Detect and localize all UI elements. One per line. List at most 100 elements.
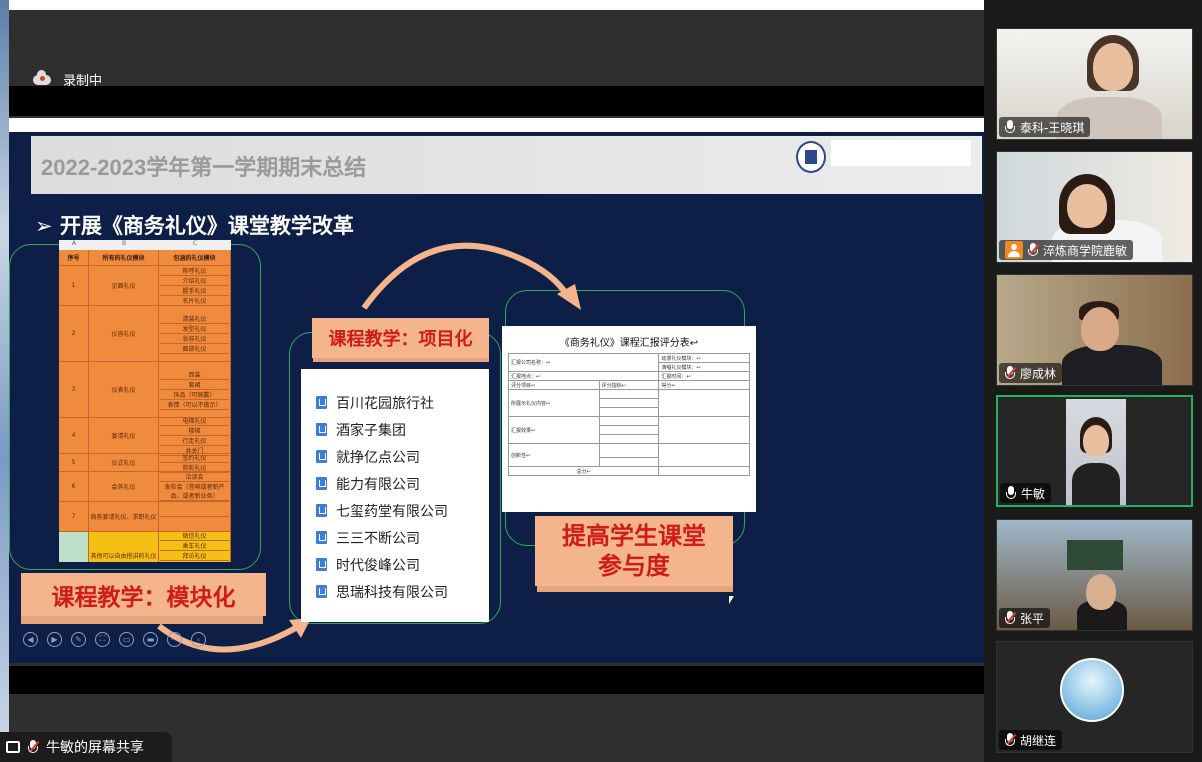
- participant-tile[interactable]: 淬炼商学院鹿敏: [996, 151, 1193, 263]
- col-letter-a: A: [71, 240, 77, 247]
- share-owner-text: 牛敏的屏幕共享: [46, 740, 144, 756]
- form-cell: 汇报时间：↩: [658, 371, 750, 381]
- row-number-cell: [59, 532, 89, 562]
- form-cell: 创新性↩: [508, 443, 600, 467]
- item-text: 面部礼仪: [160, 344, 229, 354]
- module-spreadsheet-image: A B C 序号 所有的礼仪模块 包涵的礼仪模块 1 见面礼仪 称呼礼仪 介绍礼仪 握手…: [59, 240, 231, 562]
- form-table: 汇报公司名称：↩ 动漫礼仪模块：↩ 演唱礼仪模块：↩ 汇报地点：↩ 汇报时间：↩ 评…: [507, 353, 750, 476]
- pen-icon[interactable]: ✎: [71, 631, 86, 647]
- shared-screen-area: 录制中 2022-2023学年第一学期期末总结 ➢ 开展《商务礼仪》课堂教学改革: [9, 10, 984, 762]
- module-cell: 仪式礼仪: [89, 454, 159, 471]
- video-face: [1086, 574, 1116, 610]
- module-cell: 会务礼仪: [89, 472, 159, 501]
- company-name: 思瑞科技有限公司: [336, 584, 448, 601]
- video-face: [1081, 307, 1119, 351]
- more-icon[interactable]: ⋯: [167, 631, 182, 647]
- screen-share-label[interactable]: 牛敏的屏幕共享: [0, 732, 172, 762]
- company-list-item: 七玺药堂有限公司: [301, 497, 489, 524]
- video-face: [1093, 43, 1133, 91]
- spreadsheet-row: 5 仪式礼仪 签约礼仪 剪彩礼仪: [59, 453, 231, 473]
- item-text: 微信礼仪: [160, 531, 229, 541]
- module-cell: 仪容礼仪: [89, 306, 159, 361]
- participant-name-tag: 胡继连: [999, 730, 1063, 750]
- form-cell: 演唱礼仪模块：↩: [658, 362, 750, 372]
- participant-tile[interactable]: 胡继连: [996, 641, 1193, 753]
- word-doc-icon: [316, 423, 327, 436]
- participant-name-tag: 张平: [999, 608, 1051, 628]
- item-text: 妆容礼仪: [160, 334, 229, 344]
- company-name: 酒家子集团: [336, 422, 406, 439]
- item-text: 表情（可以不做示）: [160, 400, 229, 410]
- item-text: 名片礼仪: [160, 296, 229, 306]
- col-letter-c: C: [192, 240, 198, 247]
- company-name: 就挣亿点公司: [336, 449, 420, 466]
- participant-name-tag: 牛敏: [1000, 483, 1052, 503]
- presentation-slide: 2022-2023学年第一学期期末总结 ➢ 开展《商务礼仪》课堂教学改革 A B…: [9, 118, 984, 663]
- company-name: 七玺药堂有限公司: [336, 503, 448, 520]
- participant-name: 淬炼商学院鹿敏: [1043, 243, 1128, 258]
- company-list-item: 时代俊峰公司: [301, 551, 489, 578]
- form-title: 《商务礼仪》课程汇报评分表↩: [559, 338, 699, 349]
- participant-name-tag: 廖成林: [999, 363, 1063, 383]
- form-cell: 评分项目↩: [508, 380, 600, 390]
- spreadsheet-row: 7 商务宴请礼仪、求职礼仪: [59, 502, 231, 532]
- spreadsheet-row: 其他可以自由搭讲的礼仪微信礼仪乘车礼仪拜访礼仪馈赠礼仪其他礼仪: [59, 532, 231, 562]
- item-text: 饰品（可佩戴）: [160, 390, 229, 400]
- participant-tile[interactable]: 张平: [996, 519, 1193, 631]
- video-face: [1067, 184, 1107, 228]
- participant-tile-active[interactable]: 牛敏: [996, 395, 1193, 507]
- next-slide-icon[interactable]: ▶: [47, 631, 62, 647]
- item-text: 称呼礼仪: [160, 266, 229, 276]
- project-banner: 课程教学：项目化: [312, 318, 489, 358]
- letterbox-bottom: [9, 666, 984, 694]
- word-doc-icon: [316, 504, 327, 517]
- fit-screen-icon[interactable]: ⛶: [95, 631, 110, 647]
- spreadsheet-row: 4 宴请礼仪 电梯礼仪 楼梯 行走礼仪 井关门: [59, 418, 231, 456]
- header-cell: 包涵的礼仪模块: [159, 250, 231, 265]
- form-cell: 评分指标↩: [598, 380, 660, 390]
- prev-slide-icon[interactable]: ◀: [23, 631, 38, 647]
- module-cell: 宴请礼仪: [89, 418, 159, 453]
- mic-muted-icon: [1005, 366, 1017, 380]
- slides-grid-icon[interactable]: ▭: [119, 631, 134, 647]
- company-name: 时代俊峰公司: [336, 557, 420, 574]
- row-number-cell: 5: [59, 454, 89, 471]
- company-name: 百川花园旅行社: [336, 395, 434, 412]
- back-icon[interactable]: ‹: [191, 631, 206, 647]
- meeting-window: 录制中 2022-2023学年第一学期期末总结 ➢ 开展《商务礼仪》课堂教学改革: [0, 0, 1202, 762]
- item-text: [160, 516, 229, 517]
- item-text: 乘车礼仪: [160, 541, 229, 551]
- arrow-project-to-form: [361, 242, 572, 310]
- company-list-item: 就挣亿点公司: [301, 443, 489, 470]
- spreadsheet-row: 6 会务礼仪 洽谈会 发布会（音响或者新产品，或者新业务）: [59, 472, 231, 502]
- items-cell: 签约礼仪 剪彩礼仪: [159, 453, 231, 473]
- form-cell: 汇报公司名称：↩: [507, 353, 660, 372]
- participant-tile[interactable]: 廖成林: [996, 274, 1193, 386]
- items-cell: 电梯礼仪 楼梯 行走礼仪 井关门: [159, 418, 231, 456]
- item-text: 剪彩礼仪: [160, 463, 229, 473]
- form-cell: 汇报地点：↩: [507, 371, 660, 381]
- participant-name-tag: 泰科-王晓琪: [999, 117, 1091, 137]
- items-cell: 清装礼仪 发型礼仪 妆容礼仪 面部礼仪: [159, 306, 231, 361]
- video-blackboard: [1067, 540, 1123, 570]
- video-portrait: [1066, 399, 1126, 505]
- participant-name: 胡继连: [1020, 733, 1057, 748]
- item-text: 签约礼仪: [160, 453, 229, 463]
- word-doc-icon: [316, 396, 327, 409]
- desktop-edge: [0, 0, 9, 762]
- form-cell: 动漫礼仪模块：↩: [658, 353, 750, 363]
- slide-toolbar: ◀ ▶ ✎ ⛶ ▭ ▬ ⋯ ‹: [17, 626, 237, 652]
- share-screen-icon: [6, 741, 20, 753]
- col-letter-b: B: [121, 240, 127, 247]
- module-cell: 见面礼仪: [89, 266, 159, 305]
- screen-icon[interactable]: ▬: [143, 631, 158, 647]
- item-text: 套裙: [160, 380, 229, 390]
- items-cell: [159, 502, 231, 531]
- participant-tile[interactable]: 泰科-王晓琪: [996, 28, 1193, 140]
- company-list-item: 酒家子集团: [301, 416, 489, 443]
- company-list: 百川花园旅行社 酒家子集团 就挣亿点公司 能力有限公司 七玺药堂有限公司 三三不断公司 时代…: [301, 369, 489, 622]
- participant-name: 张平: [1020, 611, 1045, 626]
- grading-form-image: 《商务礼仪》课程汇报评分表↩ 汇报公司名称：↩ 动漫礼仪模块：↩ 演唱礼仪模块：↩…: [502, 326, 756, 512]
- mic-muted-icon: [28, 740, 40, 754]
- row-number-cell: 3: [59, 362, 89, 417]
